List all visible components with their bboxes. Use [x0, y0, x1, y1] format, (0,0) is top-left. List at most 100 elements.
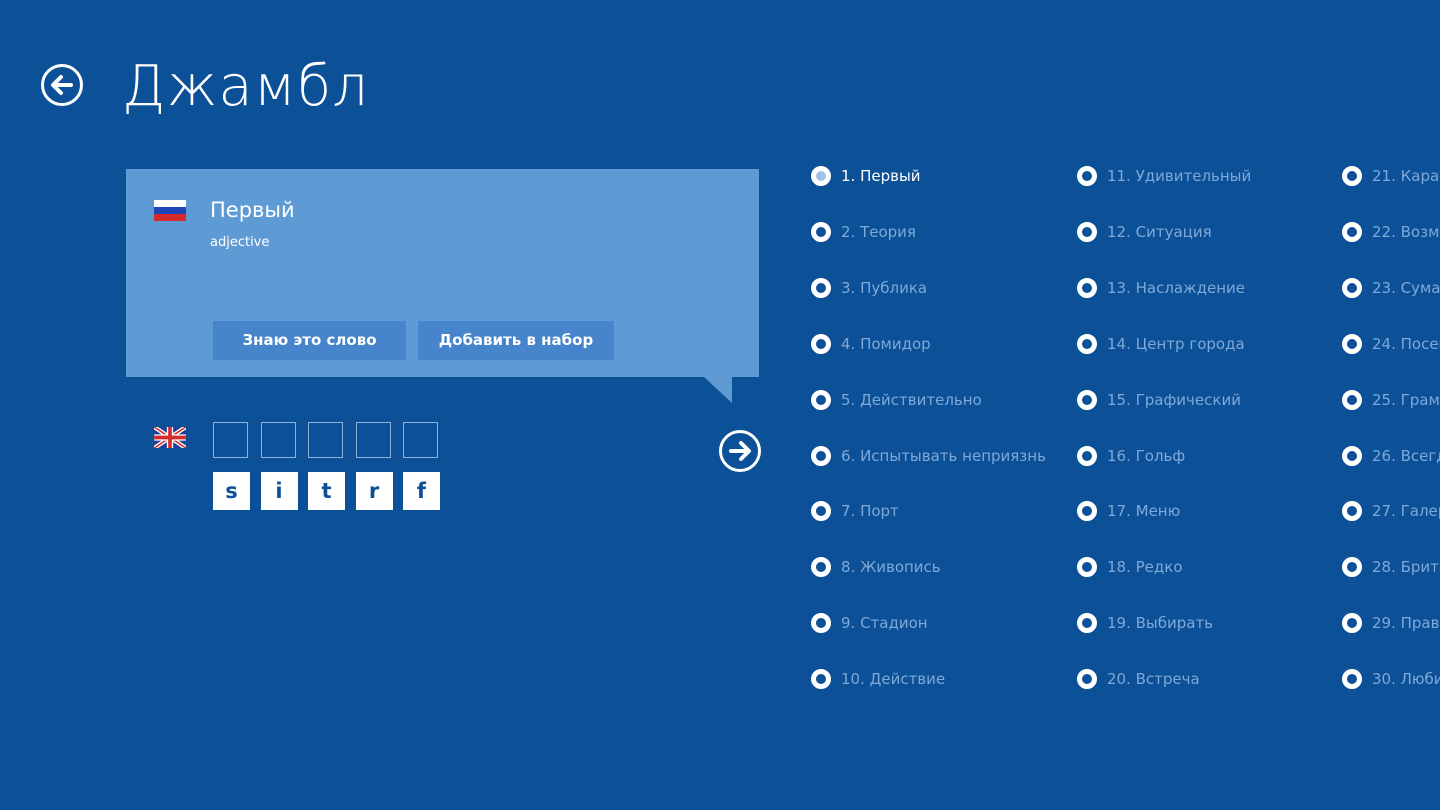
word-list-item[interactable]: 11. Удивительный	[1077, 164, 1251, 188]
word-list-item[interactable]: 12. Ситуация	[1077, 220, 1212, 244]
word-list-item-label: 28. Брита	[1372, 558, 1440, 577]
word-list-item-label: 27. Галере	[1372, 502, 1440, 521]
radio-icon	[1342, 557, 1362, 578]
word-list-item-label: 17. Меню	[1107, 502, 1181, 521]
word-list-item-label: 3. Публика	[841, 278, 928, 297]
word-list-item-label: 6. Испытывать неприязнь	[841, 446, 1046, 465]
letter-tile[interactable]: t	[308, 472, 345, 510]
letter-slot[interactable]	[213, 422, 248, 458]
radio-icon	[1077, 277, 1097, 298]
letter-slot[interactable]	[308, 422, 343, 458]
word-list-item[interactable]: 20. Встреча	[1077, 667, 1200, 691]
radio-icon	[811, 389, 831, 410]
word-list-item-label: 30. Люби	[1372, 670, 1440, 689]
add-to-set-button[interactable]: Добавить в набор	[418, 321, 614, 360]
radio-icon	[1342, 445, 1362, 466]
word-list-item[interactable]: 16. Гольф	[1077, 444, 1185, 468]
radio-icon	[1342, 501, 1362, 522]
word-list-item[interactable]: 21. Каранд	[1342, 164, 1440, 188]
radio-icon	[811, 613, 831, 634]
word-list-item[interactable]: 14. Центр города	[1077, 332, 1245, 356]
uk-flag-icon	[154, 427, 186, 448]
word-list-item-label: 16. Гольф	[1107, 446, 1186, 465]
word-list-item[interactable]: 29. Прави	[1342, 611, 1440, 635]
word-list-item[interactable]: 4. Помидор	[811, 332, 931, 356]
word-list-item[interactable]: 22. Возмо	[1342, 220, 1440, 244]
letter-slot[interactable]	[260, 422, 296, 458]
word-list-item-label: 26. Всегда	[1372, 446, 1440, 465]
radio-icon	[811, 501, 831, 522]
word-list-item-label: 18. Редко	[1107, 558, 1183, 577]
word-list-item-label: 9. Стадион	[841, 614, 928, 633]
radio-icon	[1077, 557, 1097, 578]
word-list-item[interactable]: 15. Графический	[1077, 388, 1241, 412]
word-list-item-label: 14. Центр города	[1107, 334, 1245, 353]
word-list-item[interactable]: 13. Наслаждение	[1077, 276, 1245, 300]
word-list-item-label: 8. Живопись	[841, 558, 941, 577]
word-list-item[interactable]: 6. Испытывать неприязнь	[811, 444, 1046, 468]
card-word: Первый	[210, 198, 295, 222]
word-list-item[interactable]: 19. Выбирать	[1077, 611, 1213, 635]
word-list-item-label: 24. Посещ	[1372, 334, 1440, 353]
radio-icon	[1077, 669, 1097, 690]
radio-icon	[1342, 669, 1362, 690]
word-list-item[interactable]: 5. Действительно	[811, 388, 982, 412]
word-list-item[interactable]: 28. Брита	[1342, 555, 1440, 579]
radio-icon	[1077, 501, 1097, 522]
radio-icon	[811, 333, 831, 354]
radio-icon	[1077, 389, 1097, 410]
radio-icon	[1342, 277, 1362, 298]
word-list-item-label: 5. Действительно	[841, 390, 982, 409]
word-list-item[interactable]: 8. Живопись	[811, 555, 941, 579]
word-card: Первый adjective Знаю это слово Добавить…	[126, 169, 759, 377]
word-list-item[interactable]: 23. Сумас	[1342, 276, 1440, 300]
letter-tile[interactable]: f	[403, 472, 440, 510]
word-list-item-label: 2. Теория	[841, 222, 916, 241]
word-list-item[interactable]: 24. Посещ	[1342, 332, 1440, 356]
word-list-item[interactable]: 1. Первый	[811, 164, 921, 188]
letter-slot[interactable]	[403, 422, 438, 458]
word-list-item-label: 13. Наслаждение	[1107, 278, 1246, 297]
back-button[interactable]	[40, 63, 84, 107]
russian-flag-icon	[154, 200, 186, 221]
letter-tile[interactable]: s	[213, 472, 250, 510]
word-list-item[interactable]: 7. Порт	[811, 499, 899, 523]
word-list-item-label: 1. Первый	[841, 167, 921, 185]
word-list-item[interactable]: 17. Меню	[1077, 499, 1180, 523]
word-list-item-label: 19. Выбирать	[1107, 614, 1214, 633]
word-list-item[interactable]: 2. Теория	[811, 220, 916, 244]
jumble-page: Джамбл Первый adjective Знаю это слово Д…	[0, 0, 1440, 810]
word-list-item-label: 7. Порт	[841, 502, 899, 521]
know-word-button[interactable]: Знаю это слово	[213, 321, 406, 360]
word-list-item[interactable]: 3. Публика	[811, 276, 927, 300]
word-list-item-label: 11. Удивительный	[1107, 167, 1252, 185]
letter-tile[interactable]: r	[355, 472, 393, 510]
radio-icon	[1077, 166, 1097, 186]
word-list-item[interactable]: 9. Стадион	[811, 611, 928, 635]
letter-slot[interactable]	[355, 422, 391, 458]
radio-icon	[811, 669, 831, 690]
word-list-item-label: 22. Возмо	[1372, 222, 1440, 241]
letter-tile[interactable]: i	[260, 472, 298, 510]
radio-icon	[811, 557, 831, 578]
radio-icon	[1077, 221, 1097, 242]
word-list-item-label: 21. Каранд	[1372, 167, 1440, 185]
word-list-item-label: 4. Помидор	[841, 334, 931, 353]
next-word-button[interactable]	[718, 429, 762, 473]
word-list-item[interactable]: 30. Люби	[1342, 667, 1440, 691]
word-list-item[interactable]: 27. Галере	[1342, 499, 1440, 523]
radio-icon	[1077, 445, 1097, 466]
word-list-item[interactable]: 18. Редко	[1077, 555, 1183, 579]
word-list-item[interactable]: 10. Действие	[811, 667, 945, 691]
radio-icon	[1342, 333, 1362, 354]
radio-icon	[811, 221, 831, 242]
word-list-item-label: 23. Сумас	[1372, 278, 1440, 297]
radio-icon	[811, 445, 831, 466]
radio-icon	[1077, 613, 1097, 634]
word-list-item[interactable]: 26. Всегда	[1342, 444, 1440, 468]
forward-arrow-circle-icon	[719, 430, 761, 472]
part-of-speech: adjective	[210, 235, 270, 250]
page-title: Джамбл	[122, 54, 369, 119]
word-list-item[interactable]: 25. Грамм	[1342, 388, 1440, 412]
back-arrow-circle-icon	[41, 64, 83, 106]
